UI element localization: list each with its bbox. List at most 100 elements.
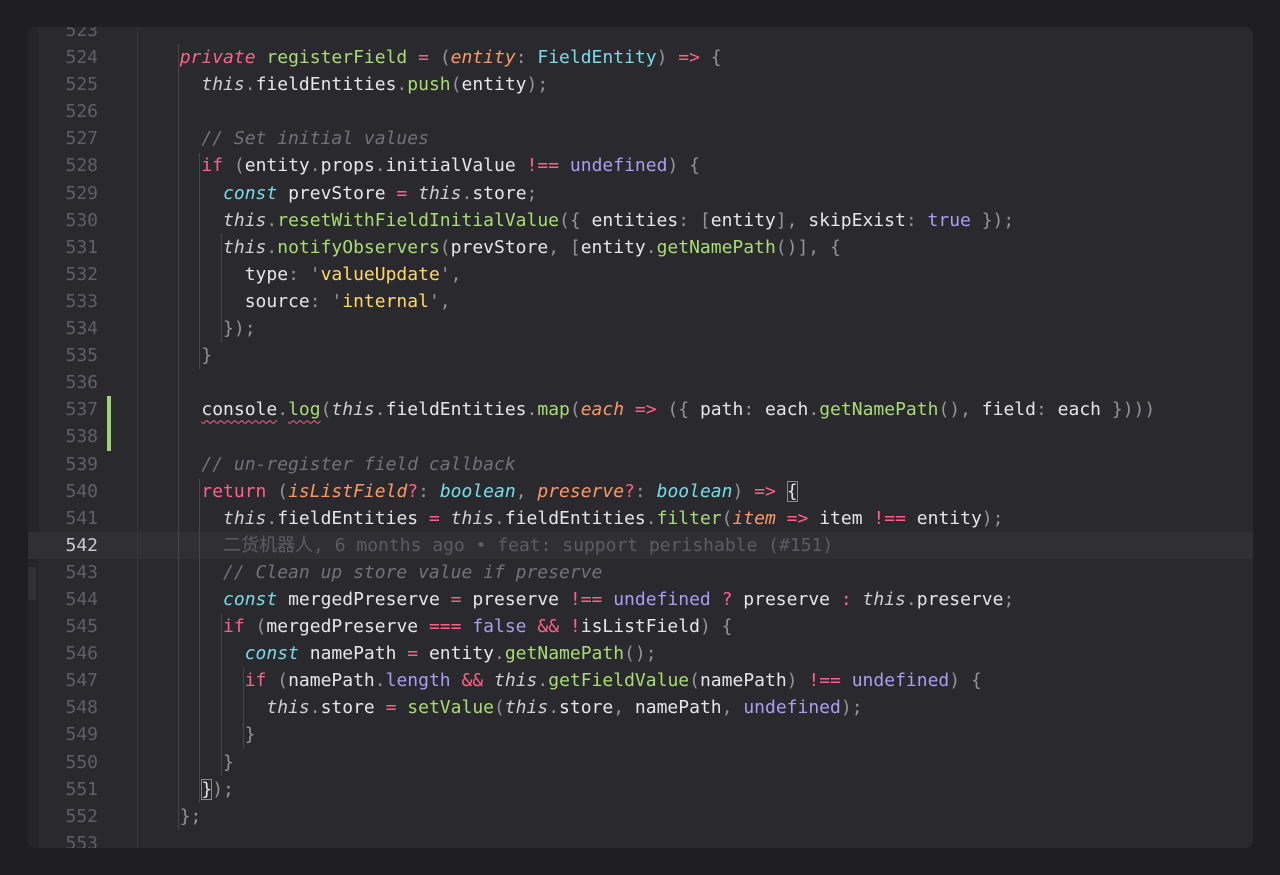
- code-line[interactable]: 532 type: 'valueUpdate',: [28, 261, 1253, 288]
- code-token: initialValue: [385, 155, 516, 177]
- code-line[interactable]: 531 this.notifyObservers(prevStore, [ent…: [28, 234, 1253, 261]
- code-token: .: [266, 236, 278, 258]
- code-token: item: [819, 507, 863, 529]
- code-line[interactable]: 546 const namePath = entity.getNamePath(…: [28, 640, 1253, 667]
- line-number: 534: [65, 318, 98, 340]
- code-token: :: [634, 480, 657, 502]
- code-line[interactable]: 530 this.resetWithFieldInitialValue({ en…: [28, 207, 1253, 234]
- code-line[interactable]: 528 if (entity.props.initialValue !== un…: [28, 152, 1253, 179]
- code-token: =: [396, 182, 408, 204]
- git-modified-marker: [107, 396, 111, 424]
- code-line[interactable]: 544 const mergedPreserve = preserve !== …: [28, 586, 1253, 613]
- code-token: (: [266, 480, 289, 502]
- code-token: FieldEntity: [537, 47, 657, 69]
- code-token: preserve: [916, 588, 1004, 610]
- code-line[interactable]: 525 this.fieldEntities.push(entity);: [28, 71, 1253, 98]
- code-text: // Clean up store value if preserve: [158, 559, 602, 586]
- code-line[interactable]: 553: [28, 830, 1253, 848]
- code-token: =: [428, 507, 440, 529]
- code-token: this: [504, 697, 549, 719]
- code-text: this.fieldEntities.push(entity);: [158, 71, 548, 98]
- code-token: (: [689, 670, 700, 692]
- code-line[interactable]: 539 // un-register field callback: [28, 451, 1253, 478]
- code-token: mergedPreserve: [288, 588, 440, 610]
- code-line[interactable]: 527 // Set initial values: [28, 125, 1253, 152]
- indent-guide: [177, 44, 179, 830]
- code-line[interactable]: 536: [28, 369, 1253, 396]
- code-token: private: [179, 47, 256, 69]
- code-line[interactable]: 551 });: [28, 776, 1253, 803]
- code-token: this: [223, 209, 267, 231]
- code-line[interactable]: 552 };: [28, 803, 1253, 830]
- line-number: 546: [65, 643, 98, 665]
- code-text: });: [158, 315, 256, 342]
- code-token: return: [201, 480, 267, 502]
- code-token: this: [494, 670, 538, 692]
- code-line[interactable]: 537 console.log(this.fieldEntities.map(e…: [28, 396, 1253, 424]
- code-token: fieldEntities: [255, 74, 397, 96]
- line-number: 551: [65, 778, 98, 800]
- code-token: if: [223, 616, 245, 638]
- code-line[interactable]: 547 if (namePath.length && this.getField…: [28, 667, 1253, 694]
- line-number: 547: [65, 670, 98, 692]
- line-number: 553: [65, 832, 98, 848]
- code-token: namePath: [699, 670, 787, 692]
- code-token: .: [461, 182, 473, 204]
- code-token: undefined: [743, 697, 841, 719]
- code-editor[interactable]: 523 524 private registerField = (entity: …: [28, 27, 1253, 848]
- code-line[interactable]: 550 }: [28, 749, 1253, 776]
- code-text: source: 'internal',: [158, 288, 451, 315]
- code-line[interactable]: 542 二货机器人, 6 months ago • feat: support …: [28, 531, 1253, 559]
- code-line[interactable]: 541 this.fieldEntities = this.fieldEntit…: [28, 505, 1253, 532]
- code-line[interactable]: 540 return (isListField?: boolean, prese…: [28, 478, 1253, 505]
- code-line[interactable]: 529 const prevStore = this.store;: [28, 180, 1253, 207]
- code-editor-window: 523 524 private registerField = (entity: …: [28, 27, 1253, 848]
- code-text: this.resetWithFieldInitialValue({ entiti…: [158, 207, 1014, 234]
- indent-guide: [242, 667, 244, 749]
- code-line[interactable]: 538: [28, 423, 1253, 451]
- line-number: 525: [65, 74, 98, 96]
- code-line[interactable]: 526: [28, 98, 1253, 125]
- code-line[interactable]: 549 }: [28, 721, 1253, 748]
- code-token: ) {: [667, 155, 700, 177]
- code-token: );: [212, 778, 234, 800]
- code-token: :: [515, 47, 538, 69]
- code-line[interactable]: 534 });: [28, 315, 1253, 342]
- code-token: valueUpdate: [320, 263, 440, 285]
- code-token: : ': [309, 290, 343, 312]
- line-number: 550: [65, 751, 98, 773]
- code-token: {: [699, 47, 722, 69]
- code-line[interactable]: 545 if (mergedPreserve === false && !isL…: [28, 613, 1253, 640]
- code-line[interactable]: 523: [28, 27, 1253, 44]
- code-line[interactable]: 548 this.store = setValue(this.store, na…: [28, 694, 1253, 721]
- code-token: filter: [656, 507, 722, 529]
- code-text: const mergedPreserve = preserve !== unde…: [158, 586, 1014, 613]
- code-token: ',: [439, 263, 462, 285]
- code-text: });: [158, 776, 234, 803]
- code-token: ,: [515, 480, 538, 502]
- code-line[interactable]: 533 source: 'internal',: [28, 288, 1253, 315]
- git-blame-annotation: 二货机器人, 6 months ago • feat: support peri…: [223, 534, 834, 556]
- code-line[interactable]: 524 private registerField = (entity: Fie…: [28, 44, 1253, 71]
- code-line[interactable]: 535 }: [28, 342, 1253, 369]
- code-token: this: [331, 399, 375, 421]
- code-token: this: [450, 507, 495, 529]
- indent-guide: [221, 613, 223, 776]
- code-line[interactable]: 543 // Clean up store value if preserve: [28, 559, 1253, 586]
- code-token: path: [699, 399, 744, 421]
- code-token: .: [645, 236, 657, 258]
